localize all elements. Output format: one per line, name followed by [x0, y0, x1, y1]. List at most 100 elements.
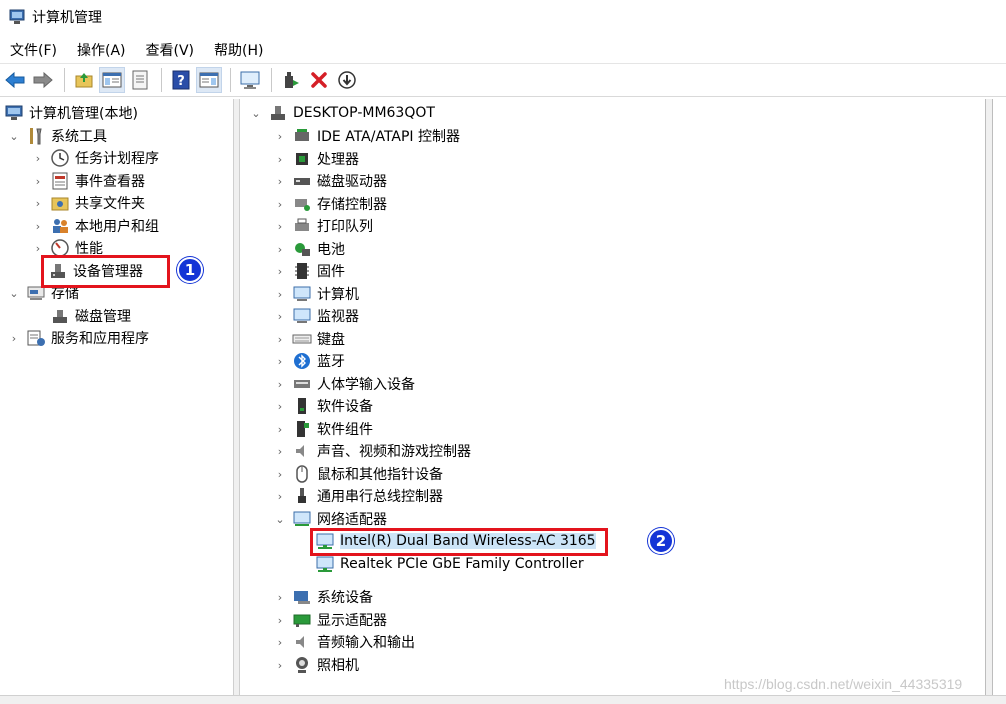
tree-item-label: 计算机管理(本地): [29, 106, 138, 122]
chevron-right-icon[interactable]: ›: [274, 400, 286, 413]
svg-text:?: ?: [177, 74, 185, 89]
menu-action[interactable]: 操作(A): [77, 40, 126, 60]
chevron-down-icon[interactable]: ⌄: [8, 287, 20, 300]
actions-pane: [992, 99, 1006, 695]
device-category-label: 存储控制器: [317, 197, 387, 213]
device-category-firmware[interactable]: › 固件: [274, 260, 345, 282]
disable-device-button[interactable]: [334, 67, 360, 93]
chevron-right-icon[interactable]: ›: [274, 591, 286, 604]
device-category-sound[interactable]: › 声音、视频和游戏控制器: [274, 440, 471, 462]
menu-file[interactable]: 文件(F): [10, 40, 57, 60]
device-category-label: 显示适配器: [317, 613, 387, 629]
back-button[interactable]: [2, 67, 28, 93]
chevron-right-icon[interactable]: ›: [274, 355, 286, 368]
title-bar: 计算机管理: [0, 0, 1006, 34]
software-device-icon: [292, 396, 312, 416]
tree-item-shared-folders[interactable]: › 共享文件夹: [32, 192, 145, 214]
device-category-computer[interactable]: › 计算机: [274, 283, 359, 305]
chevron-right-icon[interactable]: ›: [32, 152, 44, 165]
device-category-label: 照相机: [317, 658, 359, 674]
chevron-right-icon[interactable]: ›: [274, 490, 286, 503]
device-category-system-device[interactable]: › 系统设备: [274, 586, 373, 608]
update-driver-button[interactable]: [278, 67, 304, 93]
chevron-right-icon[interactable]: ›: [32, 175, 44, 188]
tree-item-computer-management[interactable]: 计算机管理(本地): [4, 102, 138, 124]
chevron-right-icon[interactable]: ›: [274, 265, 286, 278]
chevron-down-icon[interactable]: ⌄: [8, 130, 20, 143]
network-icon: [292, 509, 312, 529]
network-adapter-icon: [315, 554, 335, 574]
up-level-button[interactable]: [71, 67, 97, 93]
shared-folder-icon: [50, 193, 70, 213]
chevron-right-icon[interactable]: ›: [8, 332, 20, 345]
device-category-usb[interactable]: › 通用串行总线控制器: [274, 485, 443, 507]
chevron-right-icon[interactable]: ›: [32, 242, 44, 255]
show-hide-tree-button[interactable]: [99, 67, 125, 93]
view-button[interactable]: [196, 67, 222, 93]
device-category-monitor[interactable]: › 监视器: [274, 305, 359, 327]
device-category-network[interactable]: ⌄ 网络适配器: [274, 508, 387, 530]
device-category-printer[interactable]: › 打印队列: [274, 215, 373, 237]
device-category-disk-drive[interactable]: › 磁盘驱动器: [274, 170, 387, 192]
annotation-badge-2: 2: [648, 528, 674, 554]
tree-item-system-tools[interactable]: ⌄ 系统工具: [8, 125, 107, 147]
device-category-ide-controller[interactable]: › IDE ATA/ATAPI 控制器: [274, 125, 460, 147]
chevron-down-icon[interactable]: ⌄: [274, 513, 286, 526]
device-category-software-device[interactable]: › 软件设备: [274, 395, 373, 417]
forward-button[interactable]: [30, 67, 56, 93]
chevron-down-icon[interactable]: ⌄: [250, 107, 262, 120]
chevron-right-icon[interactable]: ›: [274, 153, 286, 166]
device-category-label: 处理器: [317, 152, 359, 168]
device-realtek-ethernet[interactable]: Realtek PCIe GbE Family Controller: [315, 553, 584, 575]
device-category-label: 固件: [317, 264, 345, 280]
chevron-right-icon[interactable]: ›: [274, 130, 286, 143]
chevron-right-icon[interactable]: ›: [274, 614, 286, 627]
tree-item-services-apps[interactable]: › 服务和应用程序: [8, 327, 149, 349]
properties-button[interactable]: [127, 67, 153, 93]
menu-bar: 文件(F) 操作(A) 查看(V) 帮助(H): [0, 38, 1006, 62]
chevron-right-icon[interactable]: ›: [274, 310, 286, 323]
help-button[interactable]: ?: [168, 67, 194, 93]
device-category-hid[interactable]: › 人体学输入设备: [274, 373, 415, 395]
device-category-battery[interactable]: › 电池: [274, 238, 345, 260]
chevron-right-icon[interactable]: ›: [274, 378, 286, 391]
uninstall-device-button[interactable]: [306, 67, 332, 93]
audio-io-icon: [292, 632, 312, 652]
chevron-right-icon[interactable]: ›: [32, 197, 44, 210]
device-category-mouse[interactable]: › 鼠标和其他指针设备: [274, 463, 443, 485]
device-category-camera[interactable]: › 照相机: [274, 654, 359, 676]
device-category-audio-io[interactable]: › 音频输入和输出: [274, 631, 415, 653]
keyboard-icon: [292, 329, 312, 349]
chevron-right-icon[interactable]: ›: [32, 220, 44, 233]
menu-help[interactable]: 帮助(H): [214, 40, 263, 60]
device-category-processor[interactable]: › 处理器: [274, 148, 359, 170]
chevron-right-icon[interactable]: ›: [274, 220, 286, 233]
device-category-label: 鼠标和其他指针设备: [317, 467, 443, 483]
tree-item-local-users[interactable]: › 本地用户和组: [32, 215, 159, 237]
tree-item-event-viewer[interactable]: › 事件查看器: [32, 170, 145, 192]
device-category-storage-controller[interactable]: › 存储控制器: [274, 193, 387, 215]
scan-hardware-button[interactable]: [237, 67, 263, 93]
chevron-right-icon[interactable]: ›: [274, 198, 286, 211]
device-category-keyboard[interactable]: › 键盘: [274, 328, 345, 350]
chevron-right-icon[interactable]: ›: [274, 636, 286, 649]
storage-controller-icon: [292, 194, 312, 214]
chevron-right-icon[interactable]: ›: [274, 288, 286, 301]
device-category-software-component[interactable]: › 软件组件: [274, 418, 373, 440]
chevron-right-icon[interactable]: ›: [274, 445, 286, 458]
device-category-bluetooth[interactable]: › 蓝牙: [274, 350, 345, 372]
device-tree-root[interactable]: ⌄ DESKTOP-MM63QOT: [250, 102, 435, 124]
tools-icon: [26, 126, 46, 146]
device-category-display-adapter[interactable]: › 显示适配器: [274, 609, 387, 631]
chevron-right-icon[interactable]: ›: [274, 333, 286, 346]
chevron-right-icon[interactable]: ›: [274, 659, 286, 672]
chevron-right-icon[interactable]: ›: [274, 243, 286, 256]
chevron-right-icon[interactable]: ›: [274, 423, 286, 436]
mouse-icon: [292, 464, 312, 484]
tree-item-task-scheduler[interactable]: › 任务计划程序: [32, 147, 159, 169]
chevron-right-icon[interactable]: ›: [274, 468, 286, 481]
device-category-label: IDE ATA/ATAPI 控制器: [317, 129, 461, 145]
chevron-right-icon[interactable]: ›: [274, 175, 286, 188]
tree-item-disk-management[interactable]: 磁盘管理: [50, 305, 131, 327]
menu-view[interactable]: 查看(V): [146, 40, 195, 60]
